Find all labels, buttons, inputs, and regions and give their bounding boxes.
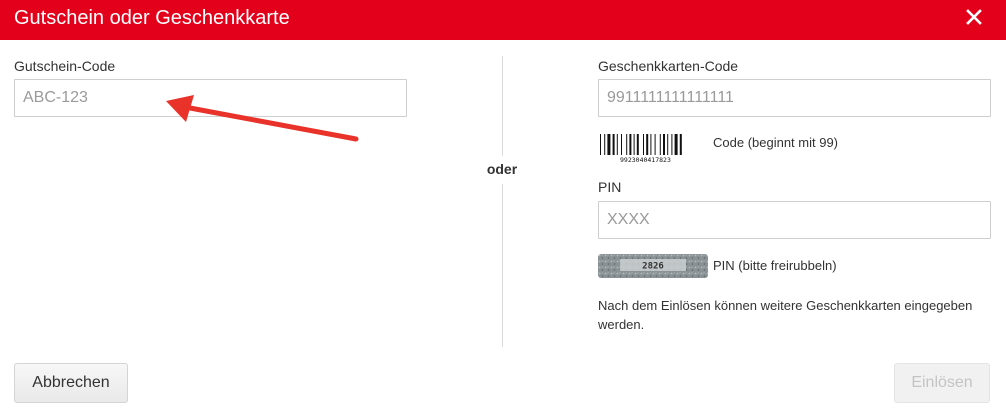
barcode-bar	[612, 134, 615, 155]
barcode-bar	[679, 134, 682, 155]
voucher-code-input[interactable]	[14, 79, 407, 117]
barcode-bar	[600, 134, 601, 155]
giftcard-code-label: Geschenkkarten-Code	[598, 58, 739, 74]
close-icon[interactable]	[962, 5, 986, 29]
barcode-bar	[674, 134, 678, 155]
barcode-bar	[643, 134, 644, 155]
barcode-bar	[667, 134, 669, 155]
cancel-button[interactable]: Abbrechen	[14, 363, 128, 403]
barcode-bar	[663, 134, 665, 155]
barcode-bar	[616, 134, 618, 155]
dialog-title: Gutschein oder Geschenkkarte	[14, 7, 290, 29]
divider-top	[502, 56, 503, 156]
barcode-bar	[636, 134, 639, 155]
barcode-bar	[650, 134, 652, 155]
barcode-bar	[659, 134, 661, 155]
barcode-bar	[646, 134, 649, 155]
giftcard-code-input[interactable]	[598, 79, 991, 117]
barcode-bar	[654, 134, 656, 155]
scratch-number: 2826	[642, 262, 664, 272]
redeem-button[interactable]: Einlösen	[894, 363, 990, 403]
barcode-bar	[633, 134, 635, 155]
barcode-bar	[626, 134, 628, 155]
scratch-field-image: 2826	[598, 254, 708, 278]
giftcard-code-hint: Code (beginnt mit 99)	[713, 135, 839, 150]
separator-text: oder	[480, 161, 524, 177]
barcode-bar	[621, 134, 622, 155]
barcode-image: 9923040417823	[600, 134, 682, 164]
dialog-header: Gutschein oder Geschenkkarte	[0, 0, 1006, 40]
pin-hint: PIN (bitte freirubbeln)	[713, 258, 837, 273]
barcode-bar	[671, 134, 673, 155]
barcode-bar	[607, 134, 611, 155]
voucher-code-label: Gutschein-Code	[14, 58, 116, 74]
barcode-bar	[629, 134, 632, 155]
pin-input[interactable]	[598, 201, 991, 239]
divider-bottom	[502, 184, 503, 347]
barcode-bar	[604, 134, 606, 155]
redeem-note: Nach dem Einlösen können weitere Geschen…	[598, 298, 973, 332]
barcode-number: 9923040417823	[620, 156, 671, 164]
pin-label: PIN	[598, 179, 622, 195]
